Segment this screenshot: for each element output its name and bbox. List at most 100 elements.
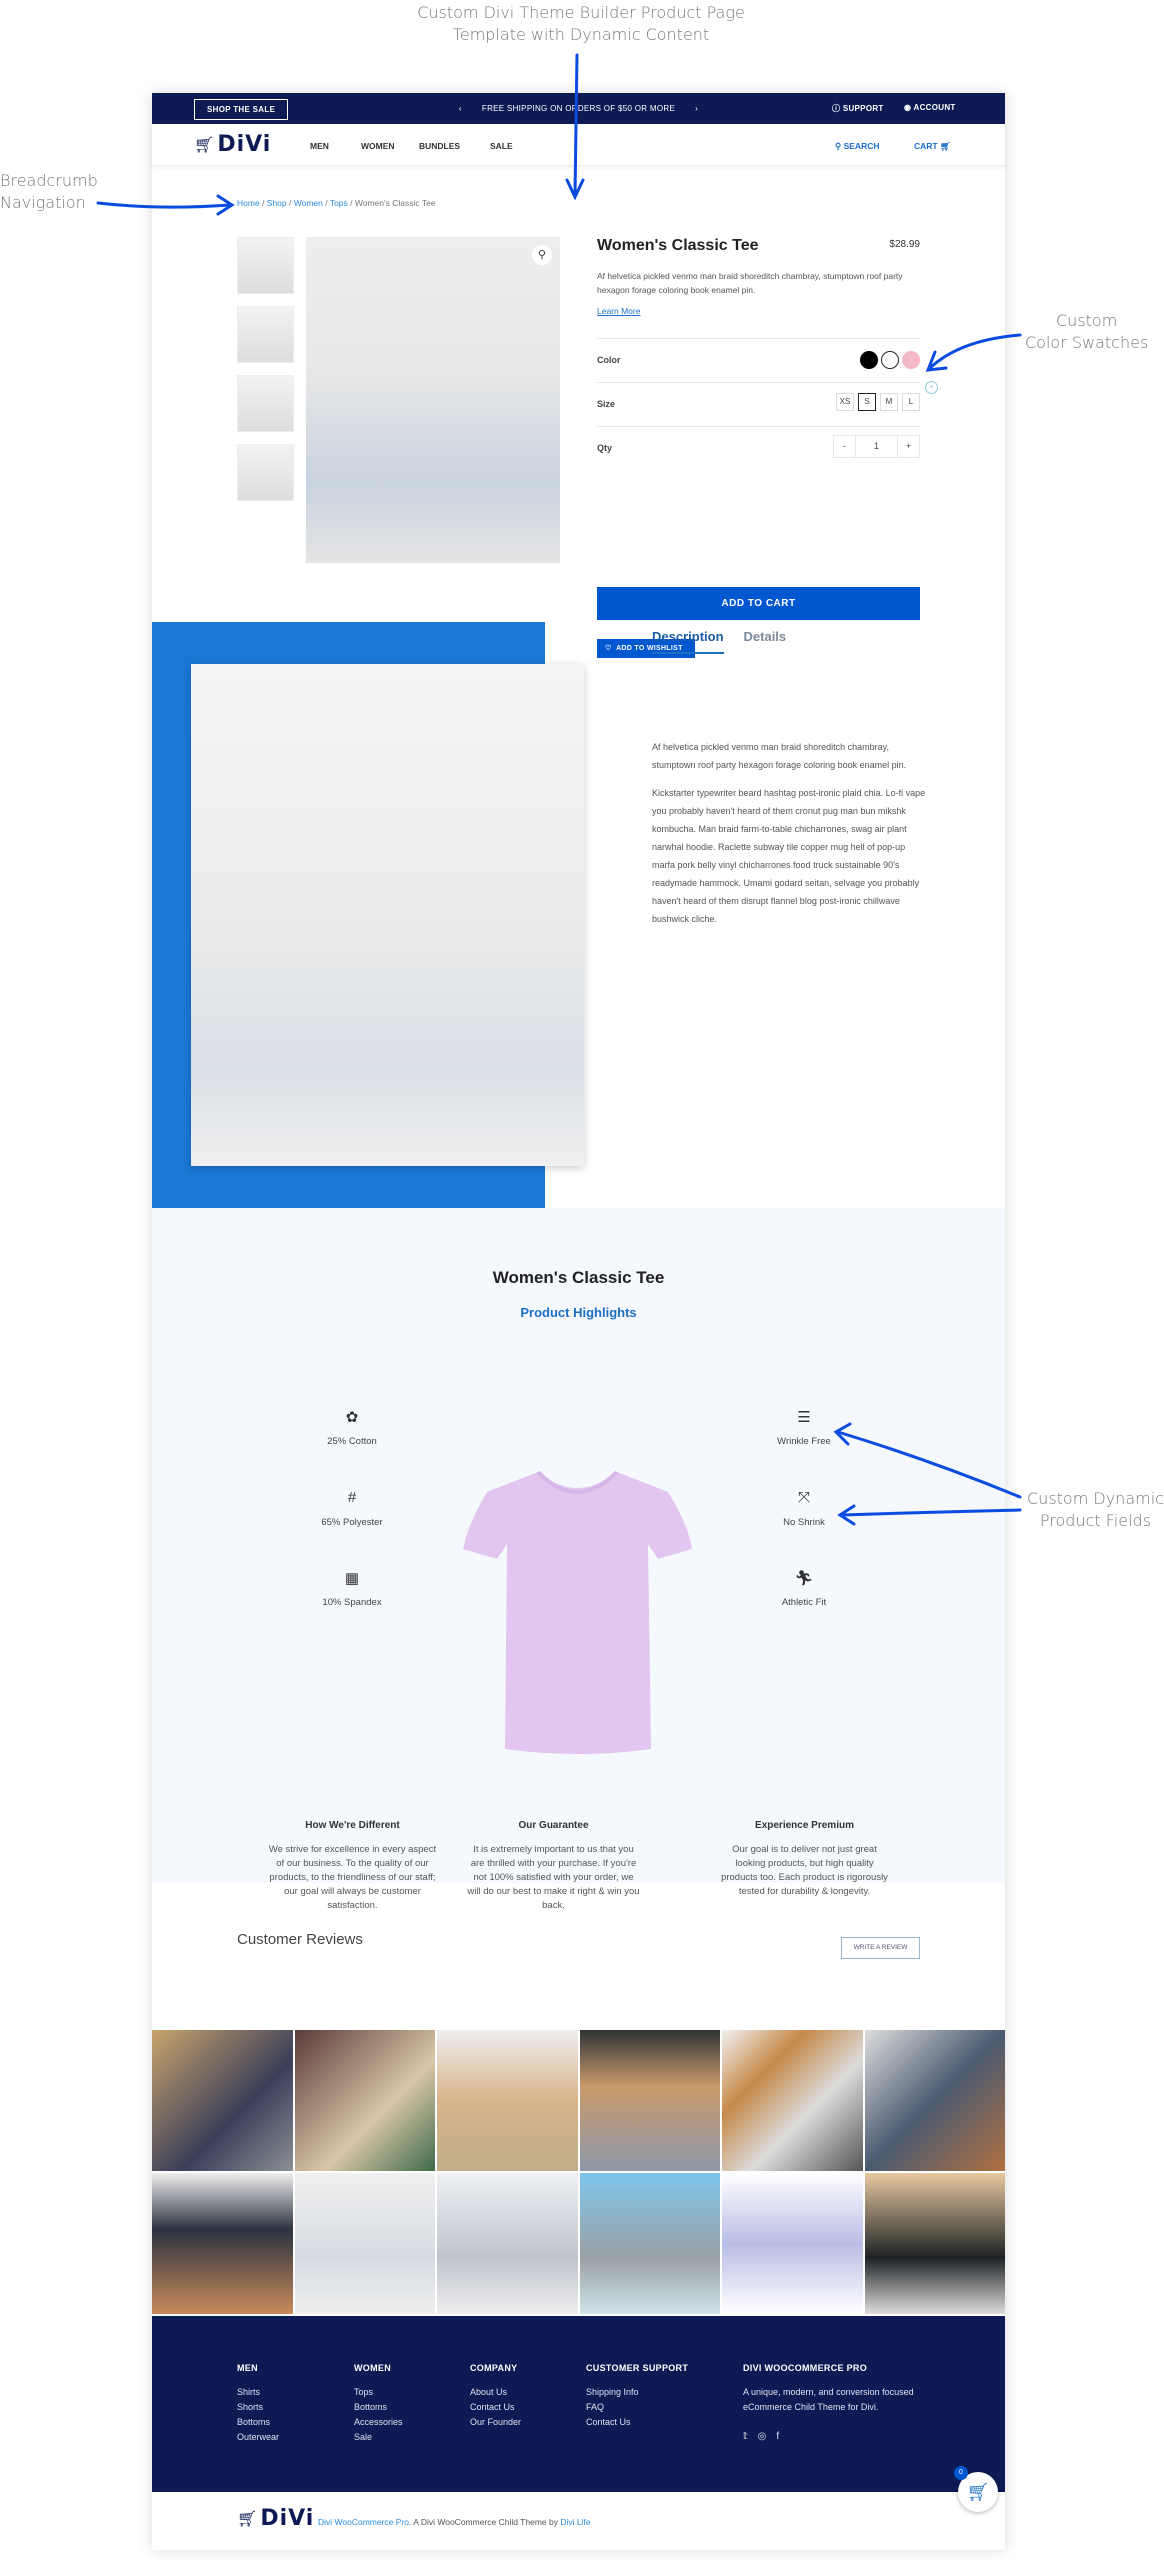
footer-link[interactable]: Shipping Info [586,2385,688,2400]
product-thumbnail[interactable] [237,375,294,432]
qty-row: Qty - 1 + [597,426,920,470]
feature-athletic-fit: 🏃︎ Athletic Fit [734,1569,874,1608]
credit-link[interactable]: Divi WooCommerce Pro [318,2517,409,2527]
tab-details[interactable]: Details [744,629,787,652]
size-l[interactable]: L [902,393,920,411]
footer: MEN Shirts Shorts Bottoms Outerwear WOMEN Top… [152,2316,1005,2492]
footer-heading: MEN [237,2363,258,2373]
facebook-icon[interactable]: f [776,2431,789,2442]
footer-link[interactable]: About Us [470,2385,521,2400]
footer-link[interactable]: Sale [354,2430,403,2445]
feature-cotton: ✿ 25% Cotton [282,1408,422,1447]
product-short-description: Af helvetica pickled venmo man braid sho… [597,271,903,295]
learn-more-link[interactable]: Learn More [597,306,920,316]
cart-logo-icon: 🛒︎ [237,2510,258,2528]
social-links: 𝕥◎f [743,2429,923,2444]
nav-men[interactable]: MEN [310,141,329,151]
cart-icon: 🛒︎ [966,2482,990,2502]
clear-selection-button[interactable]: × [925,381,938,394]
review-photo[interactable] [864,2030,1005,2171]
qty-decrease-button[interactable]: - [834,436,855,457]
footer-column: COMPANY About Us Contact Us Our Founder [470,2363,521,2430]
next-promo-button[interactable]: › [695,104,698,113]
qty-increase-button[interactable]: + [898,436,919,457]
review-photo[interactable] [294,2173,435,2314]
footer-link[interactable]: FAQ [586,2400,688,2415]
footer-link[interactable]: Shirts [237,2385,279,2400]
write-review-button[interactable]: WRITE A REVIEW [841,1937,920,1959]
review-photo[interactable] [722,2173,863,2314]
page-frame: SHOP THE SALE ‹ FREE SHIPPING ON ORDERS O… [152,93,1005,2550]
breadcrumb-women[interactable]: Women [294,198,323,208]
annotation-line: Navigation [0,193,86,212]
footer-link[interactable]: Bottoms [354,2400,403,2415]
logo[interactable]: 🛒︎ DiVi [194,132,271,157]
review-photo[interactable] [579,2173,720,2314]
review-photo[interactable] [152,2030,293,2171]
quantity-stepper: - 1 + [833,435,920,458]
annotation-line: Custom Dynamic [1027,1489,1164,1508]
product-thumbnail[interactable] [237,306,294,363]
qty-input[interactable]: 1 [854,436,899,457]
breadcrumb-sep: / [259,198,267,208]
info-icon: ⓘ [832,104,843,113]
breadcrumb-tops[interactable]: Tops [330,198,348,208]
search-button[interactable]: ⚲ SEARCH [835,141,880,152]
twitter-icon[interactable]: 𝕥 [743,2431,758,2442]
footer-link[interactable]: Our Founder [470,2415,521,2430]
breadcrumb-shop[interactable]: Shop [267,198,287,208]
swatch-black[interactable] [860,351,878,369]
floating-cart-button[interactable]: 0 🛒︎ [954,2466,998,2512]
breadcrumb-sep: / [286,198,294,208]
nav-sale[interactable]: SALE [490,141,513,151]
support-link[interactable]: ⓘ SUPPORT [832,103,884,114]
feature-label: No Shrink [783,1517,825,1528]
description-paragraph: Af helvetica pickled venmo man braid sho… [652,742,907,770]
credit-link[interactable]: Divi Life [560,2517,590,2527]
cart-button[interactable]: CART 🛒︎ [914,141,951,152]
review-photo[interactable] [437,2173,578,2314]
instagram-icon[interactable]: ◎ [758,2431,777,2442]
footer-link[interactable]: Shorts [237,2400,279,2415]
info-column-text: Our goal is to deliver not just great lo… [721,1844,888,1897]
product-thumbnail[interactable] [237,237,294,294]
size-xs[interactable]: XS [836,393,854,411]
user-icon: ◉ [904,103,914,112]
breadcrumb-sep: / [322,198,330,208]
footer-about: DIVI WOOCOMMERCE PRO A unique, modern, an… [743,2363,923,2444]
product-price: $28.99 [889,239,920,250]
size-s[interactable]: S [858,393,876,411]
swatch-white[interactable] [881,351,899,369]
review-photo[interactable] [437,2030,578,2171]
top-bar: SHOP THE SALE ‹ FREE SHIPPING ON ORDERS O… [152,93,1005,124]
footer-link[interactable]: Accessories [354,2415,403,2430]
search-icon: ⚲ [835,141,844,151]
size-m[interactable]: M [880,393,898,411]
review-photo[interactable] [152,2173,293,2314]
footer-link[interactable]: Bottoms [237,2415,279,2430]
review-photo[interactable] [722,2030,863,2171]
product-thumbnail[interactable] [237,444,294,501]
nav-women[interactable]: WOMEN [361,141,395,151]
product-main-image[interactable]: ⚲ [306,237,560,563]
review-photo[interactable] [579,2030,720,2171]
footer-logo[interactable]: 🛒︎ DiVi [237,2506,314,2531]
zoom-icon[interactable]: ⚲ [532,245,552,265]
breadcrumb-home[interactable]: Home [237,198,260,208]
info-column-text: It is extremely important to us that you… [467,1844,640,1911]
product-highlights-section: Women's Classic Tee Product Highlights ✿… [152,1208,1005,1911]
add-to-cart-button[interactable]: ADD TO CART [597,587,920,620]
logo-text: DiVi [217,132,272,157]
info-column-title: Experience Premium [755,1820,854,1831]
footer-link[interactable]: Tops [354,2385,403,2400]
footer-link[interactable]: Contact Us [470,2400,521,2415]
prev-promo-button[interactable]: ‹ [459,104,462,113]
swatch-pink[interactable] [902,351,920,369]
account-link[interactable]: ◉ ACCOUNT [904,103,956,112]
nav-bundles[interactable]: BUNDLES [419,141,460,151]
footer-link[interactable]: Contact Us [586,2415,688,2430]
tab-description[interactable]: Description [652,629,724,654]
footer-link[interactable]: Outerwear [237,2430,279,2445]
review-photo[interactable] [294,2030,435,2171]
review-photo[interactable] [864,2173,1005,2314]
